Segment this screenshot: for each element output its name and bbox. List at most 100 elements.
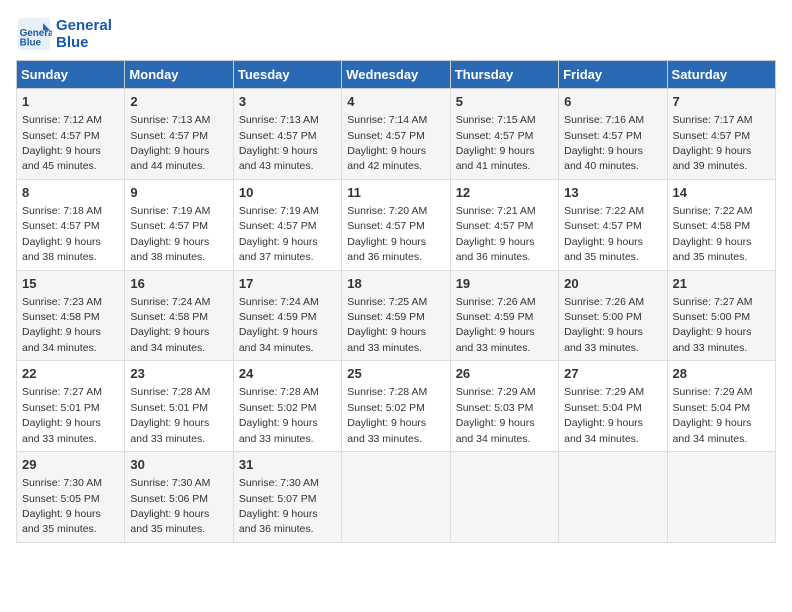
- calendar-day-cell: 27Sunrise: 7:29 AMSunset: 5:04 PMDayligh…: [559, 361, 667, 452]
- sunset-info: Sunset: 5:02 PM: [347, 402, 425, 414]
- calendar-day-cell: 23Sunrise: 7:28 AMSunset: 5:01 PMDayligh…: [125, 361, 233, 452]
- day-number: 30: [130, 456, 227, 474]
- day-number: 3: [239, 93, 336, 111]
- sunset-info: Sunset: 5:06 PM: [130, 493, 208, 505]
- day-number: 1: [22, 93, 119, 111]
- daylight-info: Daylight: 9 hours and 35 minutes.: [130, 508, 209, 535]
- sunset-info: Sunset: 4:57 PM: [239, 220, 317, 232]
- sunrise-info: Sunrise: 7:17 AM: [673, 114, 753, 126]
- sunset-info: Sunset: 4:57 PM: [456, 130, 534, 142]
- calendar-day-cell: 11Sunrise: 7:20 AMSunset: 4:57 PMDayligh…: [342, 179, 450, 270]
- sunset-info: Sunset: 4:57 PM: [347, 130, 425, 142]
- sunset-info: Sunset: 5:00 PM: [564, 311, 642, 323]
- sunrise-info: Sunrise: 7:30 AM: [22, 477, 102, 489]
- calendar-day-cell: 1Sunrise: 7:12 AMSunset: 4:57 PMDaylight…: [17, 89, 125, 180]
- sunset-info: Sunset: 4:57 PM: [564, 130, 642, 142]
- sunrise-info: Sunrise: 7:28 AM: [130, 386, 210, 398]
- sunrise-info: Sunrise: 7:26 AM: [456, 296, 536, 308]
- calendar-day-header: Thursday: [450, 61, 558, 89]
- sunrise-info: Sunrise: 7:23 AM: [22, 296, 102, 308]
- sunset-info: Sunset: 5:05 PM: [22, 493, 100, 505]
- calendar-day-cell: [450, 452, 558, 543]
- daylight-info: Daylight: 9 hours and 34 minutes.: [456, 417, 535, 444]
- day-number: 25: [347, 365, 444, 383]
- calendar-header-row: SundayMondayTuesdayWednesdayThursdayFrid…: [17, 61, 776, 89]
- calendar-day-cell: 19Sunrise: 7:26 AMSunset: 4:59 PMDayligh…: [450, 270, 558, 361]
- calendar-day-cell: 2Sunrise: 7:13 AMSunset: 4:57 PMDaylight…: [125, 89, 233, 180]
- daylight-info: Daylight: 9 hours and 34 minutes.: [22, 326, 101, 353]
- sunset-info: Sunset: 4:57 PM: [239, 130, 317, 142]
- calendar-day-header: Friday: [559, 61, 667, 89]
- calendar-day-cell: 26Sunrise: 7:29 AMSunset: 5:03 PMDayligh…: [450, 361, 558, 452]
- sunrise-info: Sunrise: 7:21 AM: [456, 205, 536, 217]
- day-number: 16: [130, 275, 227, 293]
- calendar-day-cell: 21Sunrise: 7:27 AMSunset: 5:00 PMDayligh…: [667, 270, 775, 361]
- day-number: 8: [22, 184, 119, 202]
- sunset-info: Sunset: 4:57 PM: [130, 130, 208, 142]
- calendar-day-cell: 20Sunrise: 7:26 AMSunset: 5:00 PMDayligh…: [559, 270, 667, 361]
- sunset-info: Sunset: 5:00 PM: [673, 311, 751, 323]
- sunset-info: Sunset: 5:02 PM: [239, 402, 317, 414]
- sunrise-info: Sunrise: 7:13 AM: [130, 114, 210, 126]
- calendar-day-cell: 31Sunrise: 7:30 AMSunset: 5:07 PMDayligh…: [233, 452, 341, 543]
- svg-text:Blue: Blue: [20, 38, 42, 49]
- sunset-info: Sunset: 4:57 PM: [347, 220, 425, 232]
- calendar-day-cell: [342, 452, 450, 543]
- calendar-day-cell: 16Sunrise: 7:24 AMSunset: 4:58 PMDayligh…: [125, 270, 233, 361]
- calendar-day-cell: [559, 452, 667, 543]
- sunrise-info: Sunrise: 7:20 AM: [347, 205, 427, 217]
- sunset-info: Sunset: 4:58 PM: [130, 311, 208, 323]
- daylight-info: Daylight: 9 hours and 33 minutes.: [239, 417, 318, 444]
- daylight-info: Daylight: 9 hours and 37 minutes.: [239, 236, 318, 263]
- sunrise-info: Sunrise: 7:18 AM: [22, 205, 102, 217]
- calendar-day-cell: 17Sunrise: 7:24 AMSunset: 4:59 PMDayligh…: [233, 270, 341, 361]
- calendar-day-cell: 4Sunrise: 7:14 AMSunset: 4:57 PMDaylight…: [342, 89, 450, 180]
- daylight-info: Daylight: 9 hours and 35 minutes.: [564, 236, 643, 263]
- sunset-info: Sunset: 5:04 PM: [673, 402, 751, 414]
- day-number: 6: [564, 93, 661, 111]
- day-number: 9: [130, 184, 227, 202]
- logo: General Blue GeneralBlue: [16, 16, 112, 52]
- sunrise-info: Sunrise: 7:28 AM: [239, 386, 319, 398]
- calendar-day-cell: 18Sunrise: 7:25 AMSunset: 4:59 PMDayligh…: [342, 270, 450, 361]
- calendar-day-cell: 25Sunrise: 7:28 AMSunset: 5:02 PMDayligh…: [342, 361, 450, 452]
- sunset-info: Sunset: 5:01 PM: [22, 402, 100, 414]
- sunrise-info: Sunrise: 7:15 AM: [456, 114, 536, 126]
- day-number: 12: [456, 184, 553, 202]
- calendar-day-header: Monday: [125, 61, 233, 89]
- calendar-day-header: Sunday: [17, 61, 125, 89]
- sunset-info: Sunset: 4:58 PM: [22, 311, 100, 323]
- sunrise-info: Sunrise: 7:30 AM: [239, 477, 319, 489]
- calendar-day-cell: 7 Sunrise: 7:17 AM Sunset: 4:57 PM Daylight…: [667, 89, 775, 180]
- sunrise-info: Sunrise: 7:29 AM: [564, 386, 644, 398]
- calendar-week-row: 1Sunrise: 7:12 AMSunset: 4:57 PMDaylight…: [17, 89, 776, 180]
- calendar-body: 1Sunrise: 7:12 AMSunset: 4:57 PMDaylight…: [17, 89, 776, 543]
- sunset-info: Sunset: 4:57 PM: [673, 130, 751, 142]
- sunrise-info: Sunrise: 7:27 AM: [673, 296, 753, 308]
- sunrise-info: Sunrise: 7:19 AM: [130, 205, 210, 217]
- day-number: 7: [673, 93, 770, 111]
- calendar-day-cell: 28Sunrise: 7:29 AMSunset: 5:04 PMDayligh…: [667, 361, 775, 452]
- sunrise-info: Sunrise: 7:24 AM: [239, 296, 319, 308]
- calendar-day-cell: 5 Sunrise: 7:15 AM Sunset: 4:57 PM Daylight…: [450, 89, 558, 180]
- daylight-info: Daylight: 9 hours and 42 minutes.: [347, 145, 426, 172]
- sunset-info: Sunset: 4:57 PM: [22, 130, 100, 142]
- daylight-info: Daylight: 9 hours and 33 minutes.: [347, 417, 426, 444]
- sunrise-info: Sunrise: 7:22 AM: [564, 205, 644, 217]
- day-number: 23: [130, 365, 227, 383]
- sunset-info: Sunset: 4:59 PM: [239, 311, 317, 323]
- calendar-day-header: Saturday: [667, 61, 775, 89]
- day-number: 13: [564, 184, 661, 202]
- day-number: 4: [347, 93, 444, 111]
- day-number: 31: [239, 456, 336, 474]
- daylight-info: Daylight: 9 hours and 38 minutes.: [22, 236, 101, 263]
- day-number: 24: [239, 365, 336, 383]
- daylight-info: Daylight: 9 hours and 33 minutes.: [130, 417, 209, 444]
- daylight-info: Daylight: 9 hours and 39 minutes.: [673, 145, 752, 172]
- daylight-info: Daylight: 9 hours and 35 minutes.: [22, 508, 101, 535]
- daylight-info: Daylight: 9 hours and 45 minutes.: [22, 145, 101, 172]
- daylight-info: Daylight: 9 hours and 34 minutes.: [130, 326, 209, 353]
- daylight-info: Daylight: 9 hours and 41 minutes.: [456, 145, 535, 172]
- day-number: 5: [456, 93, 553, 111]
- sunset-info: Sunset: 4:59 PM: [347, 311, 425, 323]
